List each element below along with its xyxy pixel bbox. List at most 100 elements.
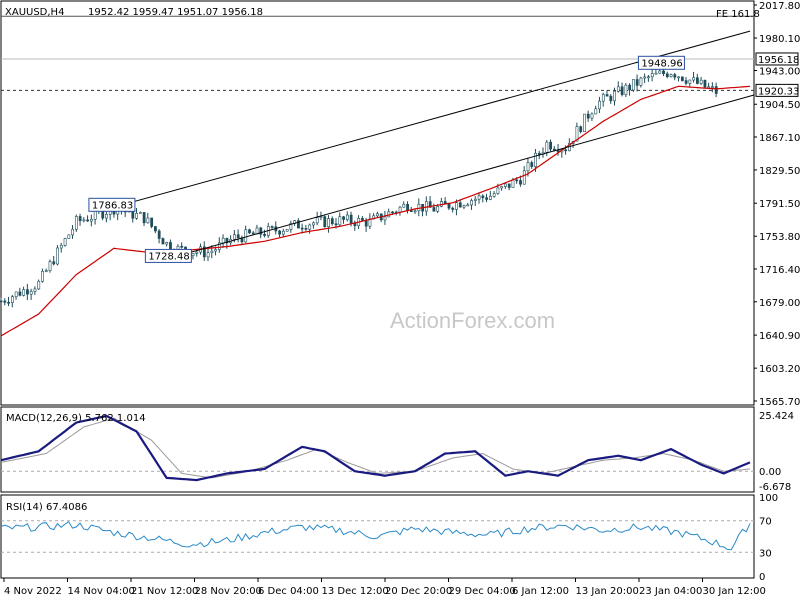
y-tick-label: 1829.50 — [759, 166, 800, 177]
candle-body — [285, 229, 289, 232]
candle-body — [470, 200, 473, 206]
candle-body — [703, 79, 707, 88]
macd-axis-bottom: -6.678 — [759, 482, 791, 493]
candle-body — [52, 261, 56, 265]
chart-svg: 1786.83 1728.48 1948.96 2017.80 1980.10 1943… — [0, 0, 800, 597]
candle-body — [620, 86, 624, 95]
candle-body — [552, 148, 556, 151]
y-tick-label: 1904.50 — [759, 100, 800, 111]
candle-body — [601, 94, 605, 102]
candle-body — [545, 141, 549, 153]
candle-body — [300, 227, 304, 230]
candle-body — [714, 86, 718, 94]
candle-body — [522, 170, 526, 185]
y-tick-label: 1867.10 — [759, 133, 800, 144]
candle-body — [605, 94, 609, 97]
price-annotation-label: 1786.83 — [92, 200, 133, 211]
candle-body — [391, 211, 394, 214]
candle-body — [323, 216, 327, 228]
x-tick-label: 20 Dec 20:00 — [385, 586, 452, 597]
candle-body — [413, 210, 417, 213]
candle-body — [154, 226, 157, 232]
candle-body — [142, 212, 146, 224]
candle-body — [639, 77, 643, 86]
candle-body — [692, 77, 696, 81]
y-tick-label: 1603.20 — [759, 364, 800, 375]
candle-body — [496, 187, 500, 194]
candle-body — [281, 230, 285, 235]
rsi-label: RSI(14) 67.4086 — [6, 502, 87, 513]
candle-body — [455, 202, 458, 210]
candle-body — [78, 216, 82, 222]
candle-body — [157, 230, 161, 239]
candle-body — [504, 183, 507, 187]
candle-body — [59, 245, 63, 249]
candle-body — [315, 217, 319, 224]
rsi-panel — [0, 494, 755, 579]
candle-body — [624, 84, 628, 95]
y-tick-label: 2017.80 — [759, 1, 800, 12]
candle-body — [643, 76, 647, 79]
candle-body — [7, 301, 11, 304]
candle-body — [507, 183, 511, 188]
candle-body — [0, 300, 3, 303]
candle-body — [409, 210, 413, 212]
y-tick-label: 1716.40 — [759, 265, 800, 276]
x-tick-label: 29 Dec 04:00 — [449, 586, 516, 597]
candle-body — [590, 113, 594, 119]
candle-body — [233, 234, 236, 240]
candle-body — [82, 219, 86, 222]
candle-body — [616, 86, 620, 92]
candle-body — [161, 238, 165, 245]
candle-body — [251, 232, 255, 235]
macd-label: MACD(12,26,9) 5.762 1.014 — [6, 413, 146, 424]
candle-body — [248, 229, 251, 234]
candle-body — [71, 228, 75, 236]
candle-body — [586, 113, 590, 119]
candle-body — [10, 296, 14, 303]
candle-body — [632, 79, 635, 91]
price-annotation-label: 1948.96 — [641, 58, 682, 69]
x-tick-label: 21 Nov 12:00 — [131, 586, 198, 597]
candle-body — [583, 113, 586, 132]
candle-body — [680, 76, 684, 81]
candle-body — [609, 95, 613, 102]
candle-body — [473, 198, 477, 201]
candle-body — [105, 214, 108, 219]
rsi-axis-0: 0 — [759, 572, 765, 583]
candle-body — [376, 213, 379, 217]
candle-body — [658, 70, 662, 74]
candle-body — [447, 203, 451, 209]
candle-body — [22, 289, 26, 296]
candle-body — [18, 291, 22, 296]
candle-body — [319, 216, 323, 218]
candle-body — [270, 226, 274, 228]
candle-body — [191, 253, 195, 256]
x-tick-label: 4 Nov 2022 — [4, 586, 62, 597]
candle-body — [334, 223, 338, 226]
candle-body — [41, 270, 44, 282]
candle-body — [29, 291, 33, 295]
candle-body — [628, 84, 632, 91]
candle-body — [598, 100, 601, 110]
candle-body — [278, 230, 282, 235]
candle-body — [515, 179, 519, 182]
candle-body — [699, 79, 703, 84]
candle-body — [165, 242, 169, 245]
candle-body — [669, 74, 673, 78]
macd-axis-zero: 0.00 — [759, 467, 781, 478]
y-tick-label: 1679.00 — [759, 298, 800, 309]
candle-body — [342, 216, 346, 220]
candle-body — [481, 195, 485, 198]
candle-body — [564, 149, 568, 152]
candle-body — [364, 219, 368, 227]
candle-body — [530, 162, 534, 167]
candle-body — [492, 193, 496, 197]
candle-body — [500, 186, 504, 189]
candle-body — [221, 237, 225, 244]
watermark: ActionForex.com — [390, 308, 555, 333]
candle-body — [696, 77, 699, 84]
rsi-axis-70: 70 — [759, 517, 772, 528]
candle-body — [214, 249, 218, 252]
candle-body — [44, 270, 48, 272]
